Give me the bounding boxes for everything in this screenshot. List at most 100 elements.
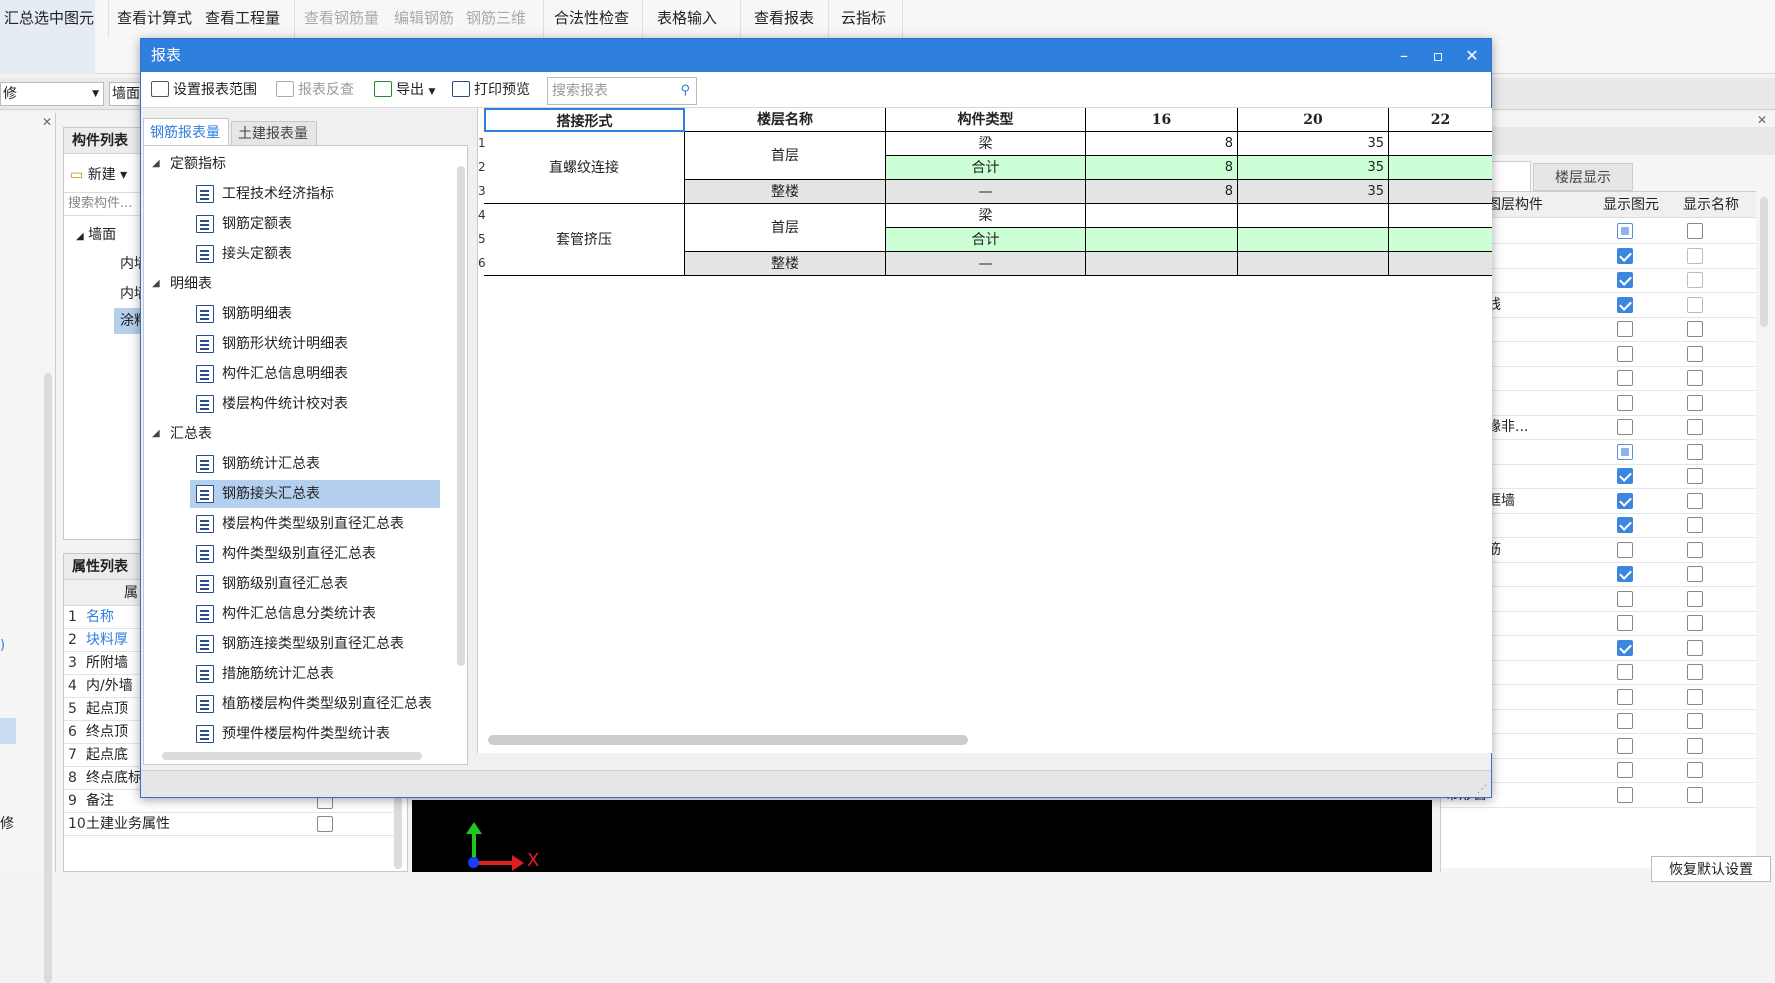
show-name-checkbox[interactable]: [1687, 492, 1703, 509]
property-public-checkbox[interactable]: [317, 816, 333, 832]
floor-name-cell[interactable]: 整楼: [685, 252, 886, 276]
show-element-checkbox[interactable]: [1617, 272, 1633, 288]
quantity-cell[interactable]: [1389, 156, 1492, 180]
report-reverse-lookup-button[interactable]: 报表反查: [276, 72, 354, 108]
show-element-checkbox[interactable]: [1617, 468, 1633, 484]
tree-horizontal-scrollbar[interactable]: [162, 752, 422, 760]
show-element-checkbox[interactable]: [1617, 517, 1633, 533]
tab-rebar-report[interactable]: 钢筋报表量: [143, 118, 229, 146]
quantity-cell[interactable]: 35: [1238, 156, 1389, 180]
view-rebar-button[interactable]: 查看钢筋量: [300, 0, 383, 38]
resize-grip-icon[interactable]: ⋰: [1477, 784, 1487, 795]
show-element-checkbox[interactable]: [1617, 223, 1633, 239]
restore-default-button[interactable]: 恢复默认设置: [1651, 856, 1771, 882]
quantity-cell[interactable]: [1389, 228, 1492, 252]
show-element-checkbox[interactable]: [1617, 443, 1633, 460]
show-element-checkbox[interactable]: [1617, 639, 1633, 656]
component-type-cell[interactable]: 梁: [886, 204, 1086, 228]
show-element-checkbox[interactable]: [1617, 615, 1633, 631]
quantity-cell[interactable]: 8: [1086, 180, 1238, 204]
show-element-checkbox[interactable]: [1617, 370, 1633, 386]
floor-name-cell[interactable]: 首层: [685, 132, 886, 180]
show-element-checkbox[interactable]: [1617, 247, 1633, 264]
show-element-checkbox[interactable]: [1617, 762, 1633, 778]
show-element-checkbox[interactable]: [1617, 786, 1633, 803]
show-element-checkbox[interactable]: [1617, 713, 1633, 729]
show-name-checkbox[interactable]: [1687, 688, 1703, 705]
view-quantity-button[interactable]: 查看工程量: [201, 0, 284, 38]
print-preview-button[interactable]: 打印预览: [452, 72, 530, 108]
set-report-range-button[interactable]: 设置报表范围: [151, 72, 257, 108]
show-name-checkbox[interactable]: [1687, 223, 1703, 239]
quantity-cell[interactable]: [1389, 204, 1492, 228]
show-name-checkbox[interactable]: [1687, 639, 1703, 656]
report-tree-item[interactable]: 楼层构件统计校对表: [196, 390, 466, 418]
quantity-cell[interactable]: 35: [1238, 180, 1389, 204]
floor-name-cell[interactable]: 整楼: [685, 180, 886, 204]
collapse-triangle-icon[interactable]: ◢: [152, 420, 160, 448]
category-combo[interactable]: 修 ▼: [0, 82, 104, 106]
report-tree-item[interactable]: 预埋件楼层构件类型统计表: [196, 720, 466, 748]
quantity-cell[interactable]: [1389, 180, 1492, 204]
show-name-checkbox[interactable]: [1687, 321, 1703, 337]
quantity-cell[interactable]: [1389, 132, 1492, 156]
report-tree-item[interactable]: 钢筋连接类型级别直径汇总表: [196, 630, 466, 658]
quantity-cell[interactable]: 8: [1086, 156, 1238, 180]
property-row[interactable]: 10 土建业务属性: [64, 813, 394, 836]
component-type-cell[interactable]: 合计: [886, 228, 1086, 252]
quantity-cell[interactable]: [1086, 228, 1238, 252]
show-element-checkbox[interactable]: [1617, 664, 1633, 680]
quantity-cell[interactable]: [1389, 252, 1492, 276]
grid-horizontal-scrollbar[interactable]: [488, 735, 968, 745]
edit-rebar-button[interactable]: 编辑钢筋: [390, 0, 458, 38]
left-strip-scrollbar[interactable]: [44, 373, 52, 983]
report-tree-item[interactable]: 构件汇总信息分类统计表: [196, 600, 466, 628]
view-formula-button[interactable]: 查看计算式: [113, 0, 196, 38]
table-input-button[interactable]: 表格输入: [653, 0, 721, 38]
show-name-checkbox[interactable]: [1687, 296, 1703, 313]
close-icon[interactable]: ✕: [1455, 39, 1489, 72]
report-tree-item[interactable]: 构件类型级别直径汇总表: [196, 540, 466, 568]
cloud-index-button[interactable]: 云指标: [837, 0, 890, 38]
report-tree-item[interactable]: 钢筋定额表: [196, 210, 466, 238]
collapse-triangle-icon[interactable]: ◢: [152, 150, 160, 178]
show-name-checkbox[interactable]: [1687, 664, 1703, 680]
tree-root[interactable]: ◢ 墙面: [76, 224, 116, 244]
maximize-icon[interactable]: ▫: [1421, 39, 1455, 72]
report-tree-item[interactable]: 钢筋接头汇总表: [196, 480, 466, 508]
new-component-button[interactable]: ▭ 新建 ▾: [70, 164, 127, 184]
report-tree-item[interactable]: 接头定额表: [196, 240, 466, 268]
component-type-cell[interactable]: —: [886, 180, 1086, 204]
show-element-checkbox[interactable]: [1617, 737, 1633, 754]
tab-civil-report[interactable]: 土建报表量: [231, 121, 317, 146]
show-element-checkbox[interactable]: [1617, 688, 1633, 705]
tree-vertical-scrollbar[interactable]: [457, 166, 465, 666]
show-name-checkbox[interactable]: [1687, 713, 1703, 729]
collapse-triangle-icon[interactable]: ◢: [152, 270, 160, 298]
drawing-canvas[interactable]: X: [412, 800, 1432, 872]
show-name-checkbox[interactable]: [1687, 247, 1703, 264]
show-element-checkbox[interactable]: [1617, 492, 1633, 509]
show-element-checkbox[interactable]: [1617, 321, 1633, 337]
report-tree-item[interactable]: 工程技术经济指标: [196, 180, 466, 208]
show-name-checkbox[interactable]: [1687, 541, 1703, 558]
report-tree-item[interactable]: 构件汇总信息明细表: [196, 360, 466, 388]
quantity-cell[interactable]: [1238, 204, 1389, 228]
show-element-checkbox[interactable]: [1617, 541, 1633, 558]
joint-form-cell[interactable]: 套管挤压: [484, 204, 685, 276]
summarize-selected-button[interactable]: 汇总选中图元: [0, 0, 98, 38]
show-name-checkbox[interactable]: [1687, 468, 1703, 484]
report-tree-item[interactable]: 植筋楼层构件类型级别直径汇总表: [196, 690, 466, 718]
show-name-checkbox[interactable]: [1687, 762, 1703, 778]
show-name-checkbox[interactable]: [1687, 370, 1703, 386]
report-tree-item[interactable]: 钢筋统计汇总表: [196, 450, 466, 478]
quantity-cell[interactable]: [1238, 252, 1389, 276]
export-button[interactable]: 导出 ▼: [374, 72, 435, 108]
report-tree-item[interactable]: 钢筋形状统计明细表: [196, 330, 466, 358]
minimize-icon[interactable]: –: [1387, 39, 1421, 72]
show-element-checkbox[interactable]: [1617, 419, 1633, 435]
component-type-cell[interactable]: 合计: [886, 156, 1086, 180]
joint-form-cell[interactable]: 直螺纹连接: [484, 132, 685, 204]
show-name-checkbox[interactable]: [1687, 443, 1703, 460]
show-name-checkbox[interactable]: [1687, 786, 1703, 803]
